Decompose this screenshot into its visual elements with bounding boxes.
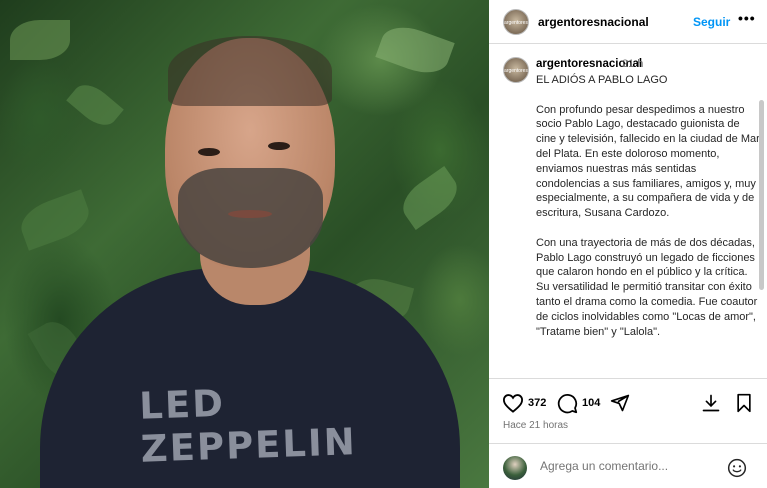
foliage — [375, 19, 455, 81]
post-sidebar: argentores argentoresnacional Seguir •••… — [489, 0, 767, 488]
heart-icon[interactable] — [502, 393, 524, 413]
download-icon[interactable] — [701, 393, 721, 413]
person-eye — [268, 142, 290, 150]
foliage — [15, 189, 95, 251]
post-header: argentores argentoresnacional Seguir ••• — [489, 0, 767, 44]
caption-paragraph: Con una trayectoria de más de dos década… — [536, 236, 758, 338]
shirt-print: LED ZEPPELIN — [138, 381, 358, 471]
comment-icon[interactable] — [557, 393, 578, 414]
account-avatar[interactable]: argentores — [503, 9, 529, 35]
posted-time[interactable]: Hace 21 horas — [503, 420, 568, 431]
like-count[interactable]: 372 — [528, 397, 546, 409]
foliage — [66, 77, 124, 133]
bookmark-icon[interactable] — [735, 393, 753, 413]
caption-title: EL ADIÓS A PABLO LAGO — [536, 74, 668, 86]
user-avatar[interactable] — [503, 456, 527, 480]
account-username[interactable]: argentoresnacional — [538, 15, 649, 29]
person-hair — [168, 36, 332, 106]
person-mouth — [228, 210, 272, 218]
comment-box — [489, 443, 767, 488]
post-photo[interactable]: LED ZEPPELIN — [0, 0, 489, 488]
caption-paragraph: Con profundo pesar despedimos a nuestro … — [536, 103, 760, 220]
caption-avatar[interactable]: argentores — [503, 57, 529, 83]
foliage — [395, 166, 465, 230]
comment-input[interactable] — [540, 459, 720, 473]
emoji-icon[interactable] — [727, 458, 747, 478]
foliage — [10, 20, 70, 60]
person-eye — [198, 148, 220, 156]
share-icon[interactable] — [610, 393, 630, 413]
caption-text: EL ADIÓS A PABLO LAGO Con profundo pesar… — [536, 73, 761, 354]
follow-button[interactable]: Seguir — [693, 15, 730, 29]
caption-scrollbar[interactable] — [759, 100, 764, 290]
more-options-icon[interactable]: ••• — [738, 10, 756, 26]
avatar-logo-text: argentores — [504, 68, 528, 74]
person-beard — [178, 168, 323, 268]
comment-count[interactable]: 104 — [582, 397, 600, 409]
avatar-logo-text: argentores — [504, 20, 528, 26]
caption-area[interactable]: argentores argentoresnacional 21 h EL AD… — [489, 45, 767, 377]
caption-time: 21 h — [622, 58, 644, 70]
